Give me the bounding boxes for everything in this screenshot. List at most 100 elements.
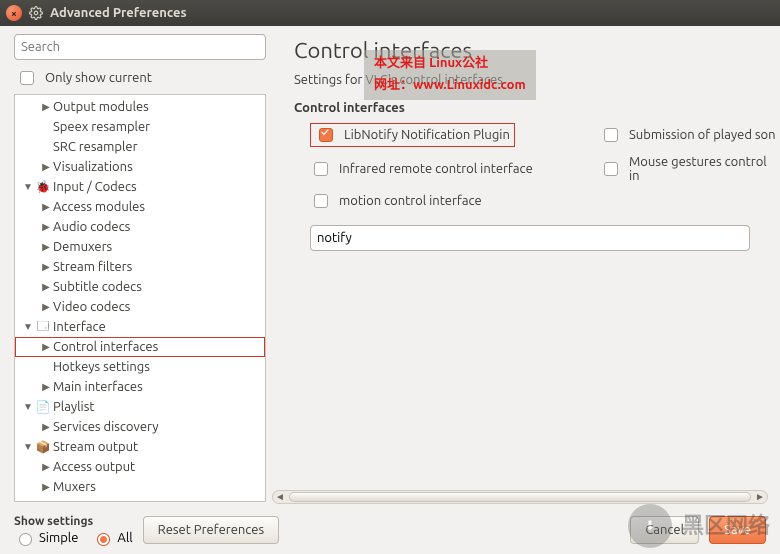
group-label: Control interfaces [294,101,780,115]
chevron-right-icon[interactable]: ▶ [39,281,53,293]
tree-item[interactable]: SRC resampler [15,137,265,157]
save-button[interactable]: Save [709,516,766,544]
tree-item-label: Main interfaces [53,380,143,394]
chevron-right-icon[interactable]: ▶ [39,421,53,433]
chevron-right-icon[interactable]: ▶ [39,201,53,213]
tree-item[interactable]: ▶Output modules [15,97,265,117]
checkbox-row: motion control interface [310,191,600,211]
filter-input[interactable] [310,225,750,251]
tree-item-label: Output modules [53,100,149,114]
tree-item-label: Demuxers [53,240,112,254]
tree-item[interactable]: Hotkeys settings [15,357,265,377]
tree-item[interactable]: ▶Access modules [15,197,265,217]
tree-item-label: SRC resampler [53,140,138,154]
preferences-tree[interactable]: ▶Output modulesSpeex resamplerSRC resamp… [14,94,266,502]
tree-item[interactable]: ▼🐞Input / Codecs [15,177,265,197]
chevron-right-icon[interactable]: ▶ [39,101,53,113]
tree-item-label: Services discovery [53,420,158,434]
tree-item[interactable]: ▼🗔Interface [15,317,265,337]
tree-item[interactable]: ▼📄Playlist [15,397,265,417]
interface-checkbox[interactable] [604,162,618,176]
only-show-current-checkbox[interactable] [20,71,34,85]
tree-item[interactable]: ▶Audio codecs [15,217,265,237]
interface-checkbox[interactable] [604,128,618,142]
tree-item-label: Playlist [53,400,94,414]
tree-item-label: Stream filters [53,260,132,274]
chevron-right-icon[interactable]: ▶ [39,301,53,313]
watermark-link[interactable]: www.Linuxidc.com [413,78,526,92]
chevron-down-icon[interactable]: ▼ [21,401,35,413]
watermark-text: 本文来自 Linux公社 网址：www.Linuxidc.com [364,50,536,100]
chevron-right-icon[interactable]: ▶ [39,241,53,253]
tree-item[interactable]: ▶Visualizations [15,157,265,177]
tree-item-label: Access modules [53,200,145,214]
scroll-left-icon[interactable]: ◄ [273,491,287,503]
tree-item-label: Interface [53,320,106,334]
interface-checkbox-label: Mouse gestures control in [629,155,780,183]
chevron-right-icon[interactable]: ▶ [39,461,53,473]
tree-item[interactable]: ▶Services discovery [15,417,265,437]
checkbox-row: Infrared remote control interface [310,155,600,183]
tree-category-icon: 🐞 [35,180,51,194]
scroll-thumb[interactable] [289,492,751,502]
gear-icon [28,5,44,21]
tree-item[interactable]: ▶Muxers [15,477,265,497]
tree-category-icon: 📄 [35,400,51,414]
interface-checkbox[interactable] [314,162,328,176]
tree-item-label: Hotkeys settings [53,360,150,374]
tree-item[interactable]: ▶Control interfaces [15,337,265,357]
interface-checkbox-label: LibNotify Notification Plugin [344,128,510,142]
horizontal-scrollbar[interactable]: ◄ ► [272,490,768,504]
only-show-current-label: Only show current [45,71,152,85]
checkbox-row: Submission of played son [600,123,780,147]
tree-item-label: Control interfaces [53,340,158,354]
tree-item-label: Stream output [53,440,138,454]
interface-checkbox[interactable] [314,194,328,208]
close-icon[interactable]: × [6,5,22,21]
tree-item[interactable]: ▶Main interfaces [15,377,265,397]
radio-all[interactable]: All [92,530,132,546]
tree-category-icon: 🗔 [35,317,51,338]
titlebar: × Advanced Preferences [0,0,780,26]
checkbox-row: Mouse gestures control in [600,155,780,183]
interface-checkbox-label: Infrared remote control interface [339,162,533,176]
reset-preferences-button[interactable]: Reset Preferences [143,516,279,544]
chevron-right-icon[interactable]: ▶ [39,161,53,173]
bottom-bar: Show settings Simple All Reset Preferenc… [0,506,780,554]
tree-item-label: Input / Codecs [53,180,137,194]
tree-item[interactable]: ▶Demuxers [15,237,265,257]
radio-simple[interactable]: Simple [14,530,78,546]
tree-item-label: Video codecs [53,300,130,314]
left-pane: Only show current ▶Output modulesSpeex r… [0,26,272,506]
checkbox-row: LibNotify Notification Plugin [310,123,600,147]
chevron-down-icon[interactable]: ▼ [21,181,35,193]
tree-item[interactable]: ▶Stream filters [15,257,265,277]
tree-item[interactable]: ▶Access output [15,457,265,477]
tree-item[interactable]: ▶Video codecs [15,297,265,317]
tree-item[interactable]: Speex resampler [15,117,265,137]
chevron-down-icon[interactable]: ▼ [21,321,35,333]
tree-item-label: Speex resampler [53,120,150,134]
tree-item[interactable]: ▶Subtitle codecs [15,277,265,297]
chevron-right-icon[interactable]: ▶ [39,221,53,233]
interface-checkbox-label: motion control interface [339,194,482,208]
tree-item-label: Muxers [53,480,96,494]
tree-category-icon: 📦 [35,440,51,454]
tree-item-label: Access output [53,460,135,474]
search-input[interactable] [14,34,266,60]
tree-item[interactable]: ▼📦Stream output [15,437,265,457]
tree-item-label: Visualizations [53,160,133,174]
tree-item-label: Subtitle codecs [53,280,142,294]
chevron-right-icon[interactable]: ▶ [39,341,53,353]
chevron-right-icon[interactable]: ▶ [39,381,53,393]
tree-item-label: Audio codecs [53,220,130,234]
chevron-down-icon[interactable]: ▼ [21,441,35,453]
interface-checkbox[interactable] [319,128,333,142]
chevron-right-icon[interactable]: ▶ [39,481,53,493]
interface-checkbox-label: Submission of played son [629,128,776,142]
show-settings-label: Show settings [14,515,133,528]
chevron-right-icon[interactable]: ▶ [39,261,53,273]
window-title: Advanced Preferences [50,6,187,20]
cancel-button[interactable]: Cancel [630,516,699,544]
scroll-right-icon[interactable]: ► [753,491,767,503]
